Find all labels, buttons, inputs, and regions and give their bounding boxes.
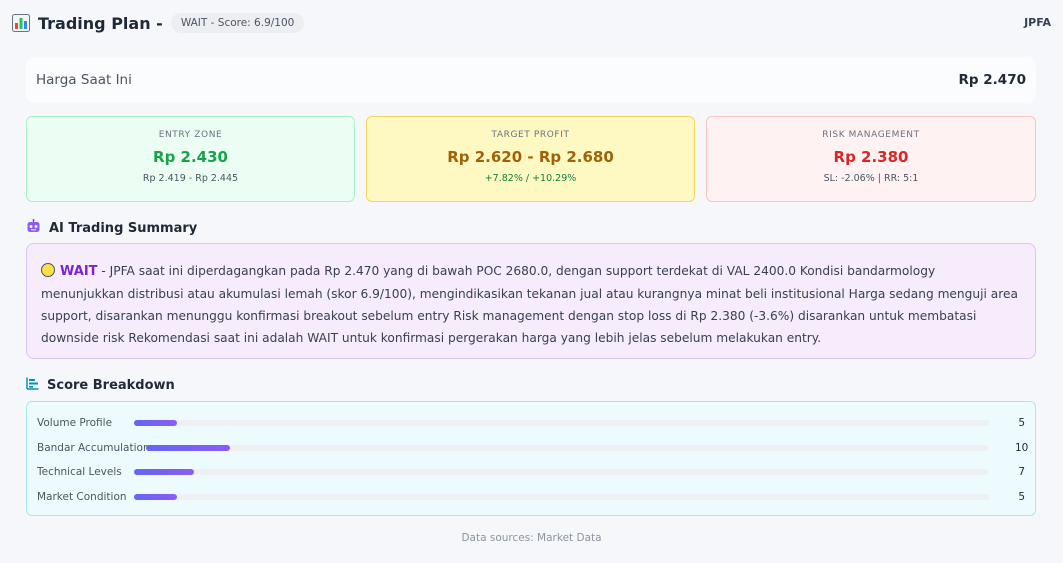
score-bar — [134, 420, 177, 426]
risk-management-heading: RISK MANAGEMENT — [822, 130, 920, 140]
score-value: 7 — [1018, 466, 1025, 478]
target-profit-heading: TARGET PROFIT — [491, 130, 570, 140]
score-bar — [134, 469, 194, 475]
robot-icon — [26, 219, 41, 238]
score-label: Market Condition — [37, 491, 127, 503]
score-track — [134, 494, 989, 500]
ticker-symbol: JPFA — [1024, 16, 1051, 29]
entry-zone-card: ENTRY ZONE Rp 2.430 Rp 2.419 - Rp 2.445 — [26, 116, 355, 202]
score-label: Volume Profile — [37, 417, 113, 429]
recommendation-label: WAIT — [60, 264, 98, 279]
score-track — [134, 420, 989, 426]
score-breakdown-heading: Score Breakdown — [26, 377, 175, 394]
risk-ratio-text: SL: -2.06% | RR: 5:1 — [823, 173, 919, 184]
bar-list-icon — [26, 377, 39, 394]
score-label: Technical Levels — [37, 466, 122, 478]
data-sources-footer: Data sources: Market Data — [461, 532, 602, 544]
entry-zone-heading: ENTRY ZONE — [158, 130, 223, 140]
bar-chart-icon — [12, 14, 30, 32]
score-row: Volume Profile 5 — [37, 416, 1025, 430]
score-value: 5 — [1018, 417, 1025, 429]
yellow-circle-icon — [41, 263, 55, 277]
entry-zone-range: Rp 2.419 - Rp 2.445 — [142, 173, 239, 184]
target-profit-price: Rp 2.620 - Rp 2.680 — [447, 148, 614, 166]
score-value: 10 — [1015, 442, 1029, 454]
summary-text: - JPFA saat ini diperdagangkan pada Rp 2… — [41, 264, 1018, 345]
score-row: Technical Levels 7 — [37, 465, 1025, 479]
current-price-card: Harga Saat Ini Rp 2.470 — [26, 58, 1036, 102]
risk-management-card: RISK MANAGEMENT Rp 2.380 SL: -2.06% | RR… — [706, 116, 1036, 202]
target-profit-percent: +7.82% / +10.29% — [484, 173, 577, 184]
ai-summary-box: WAIT - JPFA saat ini diperdagangkan pada… — [26, 243, 1036, 359]
entry-zone-price: Rp 2.430 — [153, 148, 228, 166]
current-price-value: Rp 2.470 — [958, 72, 1026, 88]
page-title: Trading Plan - — [38, 13, 163, 33]
score-breakdown-title: Score Breakdown — [47, 378, 175, 393]
score-value: 5 — [1018, 491, 1025, 503]
current-price-label: Harga Saat Ini — [36, 72, 132, 88]
score-track — [134, 469, 989, 475]
score-bar — [134, 494, 177, 500]
stop-loss-price: Rp 2.380 — [833, 148, 909, 166]
target-profit-card: TARGET PROFIT Rp 2.620 - Rp 2.680 +7.82%… — [366, 116, 695, 202]
score-label: Bandar Accumulation — [37, 442, 150, 454]
score-row: Market Condition 5 — [37, 490, 1025, 504]
status-badge: WAIT - Score: 6.9/100 — [170, 13, 305, 33]
score-breakdown-box: Volume Profile 5 Bandar Accumulation 10 … — [26, 401, 1036, 516]
score-bar — [146, 445, 231, 451]
ai-summary-heading: AI Trading Summary — [26, 219, 197, 238]
score-row: Bandar Accumulation 10 — [37, 441, 1029, 455]
header: Trading Plan - WAIT - Score: 6.9/100 JPF… — [12, 10, 1051, 36]
score-track — [146, 445, 989, 451]
ai-summary-title: AI Trading Summary — [49, 221, 198, 236]
